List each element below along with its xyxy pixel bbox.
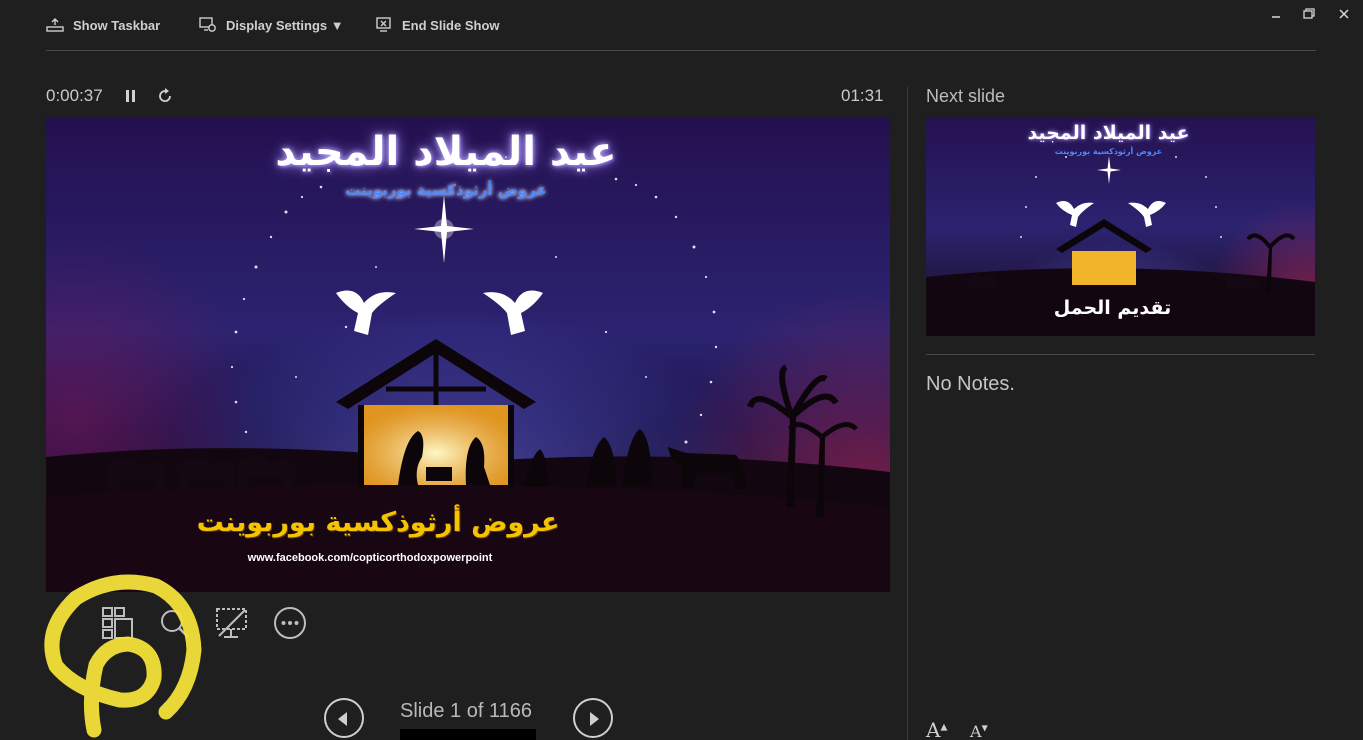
current-slide[interactable]: عيد الميلاد المجيد عروض أرثوذكسية بوربوي… xyxy=(46,117,890,592)
speaker-notes: No Notes. xyxy=(926,373,1015,395)
next-slide-subtitle: عروض أرثوذكسية بوربوينت xyxy=(1054,147,1163,156)
display-settings-button[interactable]: Display Settings ▼ xyxy=(199,17,344,33)
slide-subtitle: عروض أرثوذكسية بوربوينت xyxy=(345,181,547,199)
slide-counter-bar xyxy=(400,729,536,740)
slide-url: www.facebook.com/copticorthodoxpowerpoin… xyxy=(247,552,493,564)
end-slide-show-label: End Slide Show xyxy=(402,17,500,33)
slide-counter[interactable]: Slide 1 of 1166 xyxy=(400,700,532,723)
restart-icon[interactable] xyxy=(157,87,173,105)
decrease-font-button[interactable]: A▼ xyxy=(970,722,988,740)
restore-icon[interactable] xyxy=(1301,6,1317,22)
next-slide-caption: تقديم الحمل xyxy=(1053,297,1172,319)
black-screen-button[interactable] xyxy=(215,606,249,640)
taskbar-icon xyxy=(46,17,64,33)
zoom-button[interactable] xyxy=(158,606,192,640)
notes-divider xyxy=(926,354,1315,355)
previous-arrow-icon xyxy=(338,712,347,726)
increase-font-label: A xyxy=(926,718,941,740)
panel-divider xyxy=(907,87,908,740)
see-all-slides-button[interactable] xyxy=(101,606,135,640)
end-slide-show-button[interactable]: End Slide Show xyxy=(375,17,500,33)
presenter-toolbar: Show Taskbar Display Settings ▼ End Slid… xyxy=(0,0,1363,52)
next-slide-label: Next slide xyxy=(926,86,1006,106)
next-slide-thumbnail[interactable]: عيد الميلاد المجيد عروض أرثوذكسية بوربوي… xyxy=(926,117,1315,336)
black-screen-icon xyxy=(216,608,247,638)
annotation-highlight-circle xyxy=(44,574,202,738)
previous-slide-button[interactable] xyxy=(324,698,364,738)
show-taskbar-label: Show Taskbar xyxy=(73,17,161,33)
see-all-slides-icon xyxy=(102,607,133,639)
increase-font-button[interactable]: A▲ xyxy=(926,718,947,740)
more-options-icon xyxy=(274,607,306,639)
show-taskbar-button[interactable]: Show Taskbar xyxy=(46,17,160,33)
decrease-font-label: A xyxy=(970,722,982,740)
close-icon[interactable] xyxy=(1336,6,1352,22)
clock-time: 01:31 xyxy=(841,86,884,105)
next-arrow-icon xyxy=(590,712,599,726)
next-slide-button[interactable] xyxy=(573,698,613,738)
end-show-icon xyxy=(375,17,393,33)
slide-bottom-text: عروض أرثوذكسية بوربوينت xyxy=(196,507,560,538)
display-settings-label: Display Settings ▼ xyxy=(226,17,344,33)
pause-icon[interactable] xyxy=(123,87,139,105)
zoom-icon xyxy=(161,610,189,638)
next-slide-title: عيد الميلاد المجيد xyxy=(1027,122,1190,144)
elapsed-timer: 0:00:37 xyxy=(46,86,103,105)
toolbar-divider xyxy=(46,50,1316,51)
more-options-button[interactable] xyxy=(273,606,307,640)
display-settings-icon xyxy=(199,17,217,33)
slide-title: عيد الميلاد المجيد xyxy=(275,129,617,175)
minimize-icon[interactable] xyxy=(1268,6,1284,22)
